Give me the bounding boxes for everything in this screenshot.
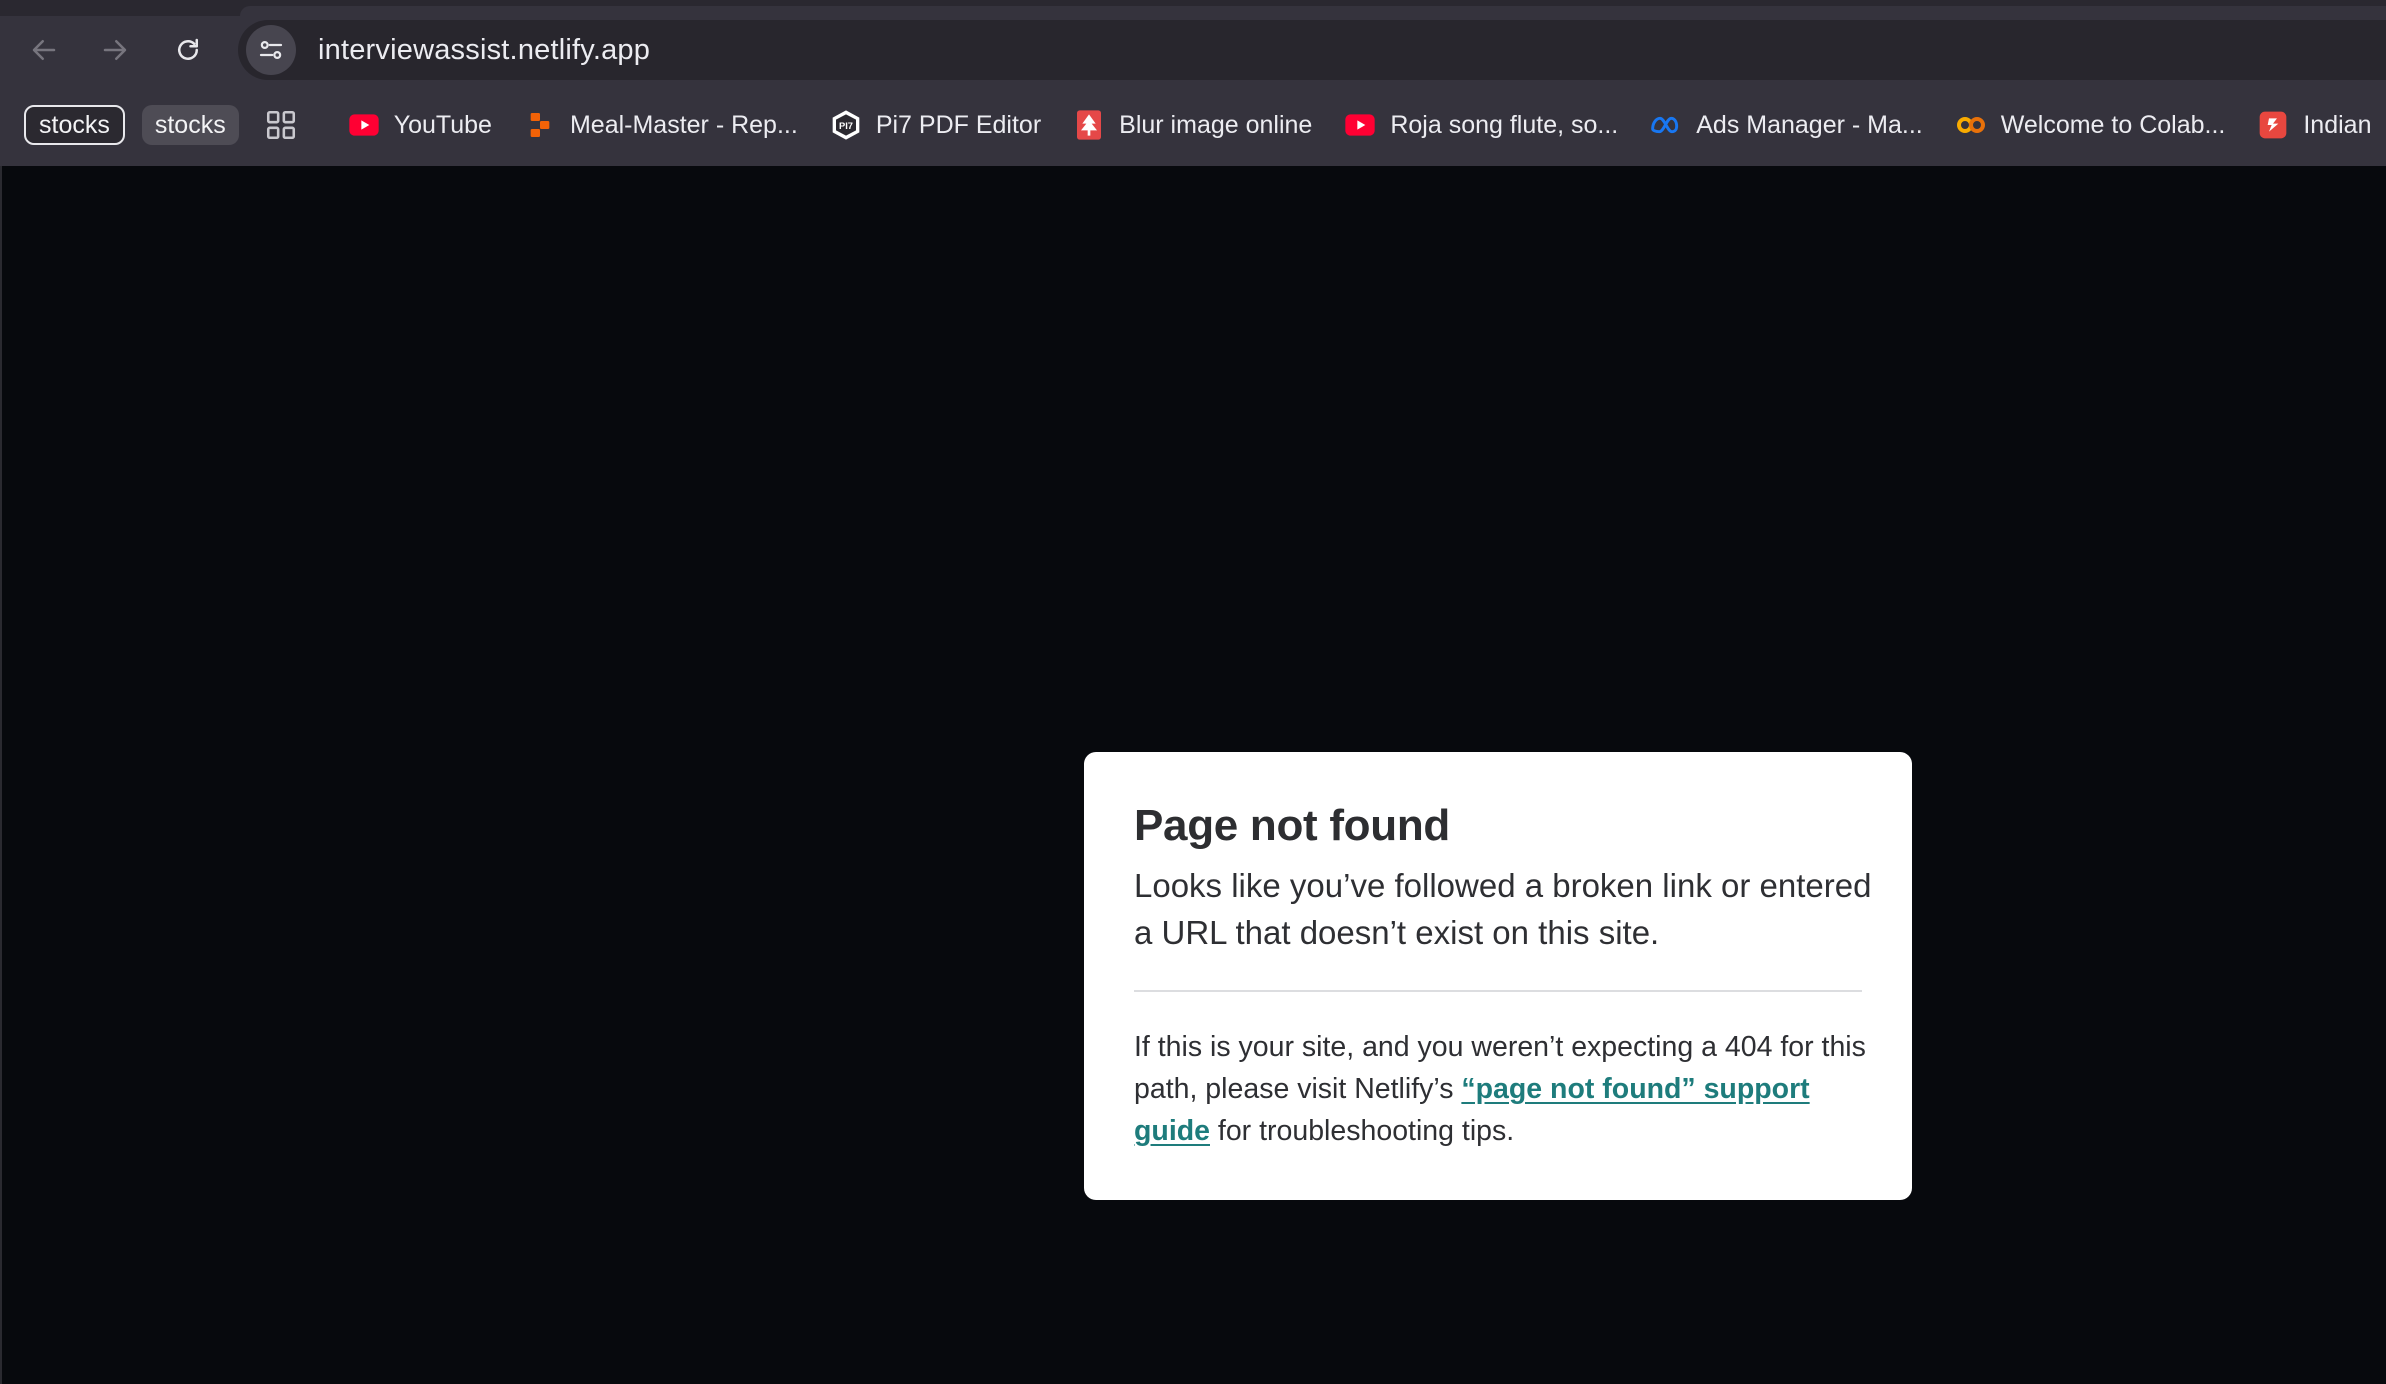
active-tab[interactable] [240, 6, 2386, 16]
bookmark-indian[interactable]: Indian [2257, 109, 2371, 141]
bookmark-ads-manager[interactable]: Ads Manager - Ma... [1650, 109, 1923, 141]
bookmark-label: Roja song flute, so... [1390, 110, 1619, 139]
forward-button[interactable] [93, 28, 137, 72]
bookmark-youtube[interactable]: YouTube [348, 109, 492, 141]
arrow-right-icon [103, 40, 127, 60]
bookmark-label: Meal-Master - Rep... [569, 110, 798, 139]
url-text[interactable]: interviewassist.netlify.app [318, 34, 650, 67]
arrow-left-icon [32, 40, 56, 60]
tune-icon [259, 40, 283, 59]
colab-icon [1955, 109, 1987, 141]
back-button[interactable] [22, 28, 66, 72]
bookmark-label: Indian [2303, 110, 2372, 139]
page-content: Page not found Looks like you’ve followe… [0, 166, 2386, 1384]
bookmarks-bar: stocks stocks YouTube Meal-Master - Rep.… [0, 84, 2386, 166]
youtube-icon [348, 109, 380, 141]
help-text: If this is your site, and you weren’t ex… [1134, 1026, 1874, 1152]
bookmark-label: Blur image online [1119, 110, 1313, 139]
replit-icon [524, 109, 556, 141]
toolbar: interviewassist.netlify.app [0, 16, 2386, 84]
tree-icon [1073, 109, 1105, 141]
reload-icon [178, 38, 198, 60]
bookmark-pi7-pdf-editor[interactable]: PI7 Pi7 PDF Editor [830, 109, 1041, 141]
lead-text: Looks like you’ve followed a broken link… [1134, 867, 1872, 951]
bookmark-label: Ads Manager - Ma... [1696, 110, 1923, 139]
help-text-after: for troubleshooting tips. [1210, 1115, 1515, 1147]
tab-group-chip-stocks-2[interactable]: stocks [141, 105, 239, 145]
svg-text:PI7: PI7 [839, 121, 853, 131]
page-title: Page not found [1134, 801, 1450, 850]
meta-icon [1650, 109, 1682, 141]
not-found-card: Page not found Looks like you’ve followe… [1084, 752, 1912, 1200]
tab-group-chip-stocks[interactable]: stocks [24, 105, 125, 145]
reload-button[interactable] [166, 28, 210, 72]
bookmark-roja-song[interactable]: Roja song flute, so... [1344, 109, 1618, 141]
browser-window: interviewassist.netlify.app stocks stock… [0, 0, 2386, 1384]
apps-grid-icon[interactable] [264, 105, 298, 145]
indian-icon [2257, 109, 2289, 141]
divider [1134, 990, 1862, 992]
bookmark-label: Pi7 PDF Editor [875, 110, 1042, 139]
address-bar[interactable]: interviewassist.netlify.app [238, 20, 2386, 80]
bookmark-meal-master[interactable]: Meal-Master - Rep... [524, 109, 798, 141]
youtube-icon [1344, 109, 1376, 141]
pi7-icon: PI7 [830, 109, 862, 141]
bookmark-label: Welcome to Colab... [2000, 110, 2226, 139]
bookmark-blur-image[interactable]: Blur image online [1073, 109, 1312, 141]
bookmark-colab[interactable]: Welcome to Colab... [1955, 109, 2226, 141]
tab-strip [0, 0, 2386, 16]
bookmark-label: YouTube [393, 110, 492, 139]
site-info-button[interactable] [246, 25, 296, 75]
